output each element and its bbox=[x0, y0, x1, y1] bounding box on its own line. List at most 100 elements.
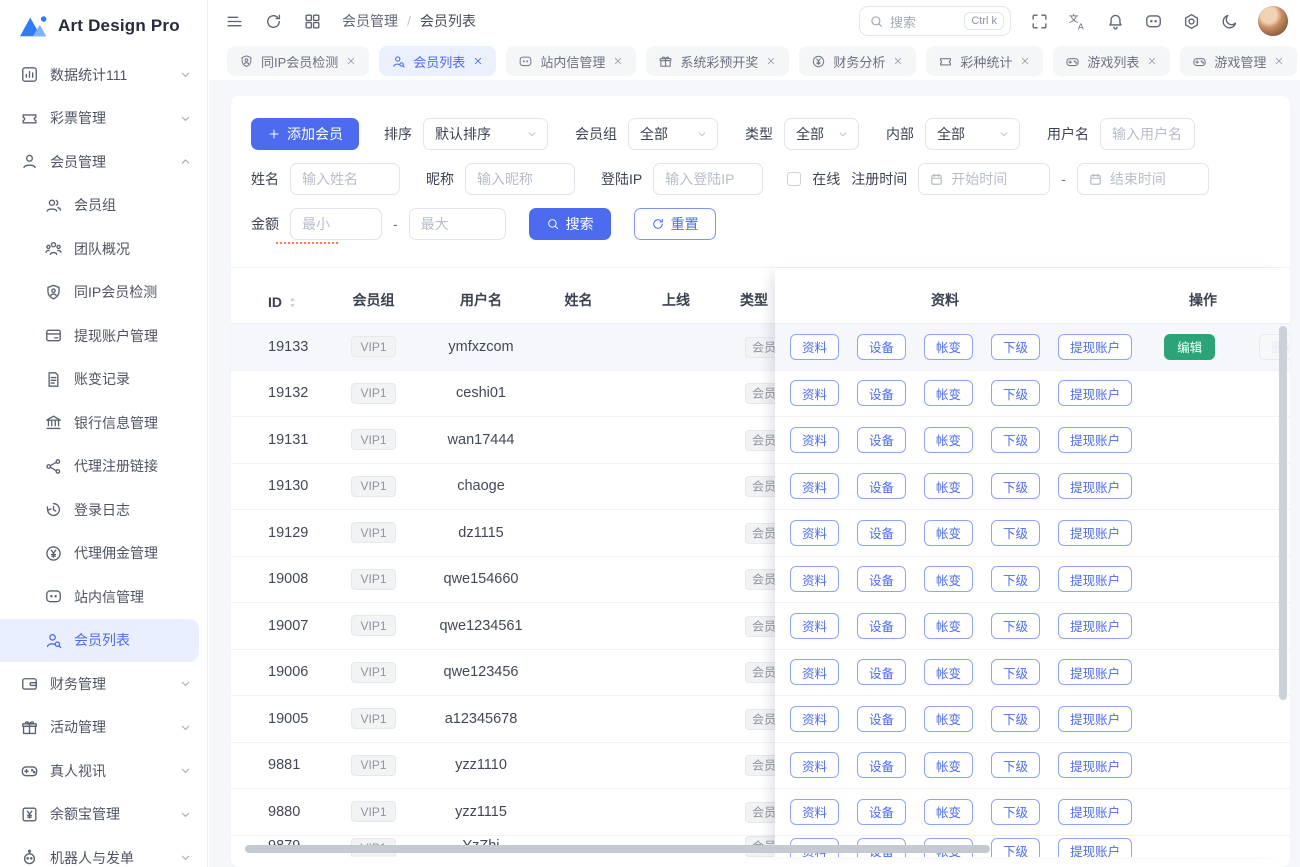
row-button-下级[interactable]: 下级 bbox=[991, 706, 1040, 732]
row-button-资料[interactable]: 资料 bbox=[790, 706, 839, 732]
close-icon[interactable] bbox=[612, 55, 624, 67]
sidebar-item[interactable]: 登录日志 bbox=[0, 488, 207, 532]
row-button-下级[interactable]: 下级 bbox=[991, 613, 1040, 639]
close-icon[interactable] bbox=[765, 55, 777, 67]
sidebar-item[interactable]: 会员管理 bbox=[0, 140, 207, 184]
close-icon[interactable] bbox=[345, 55, 357, 67]
row-button-提现账户[interactable]: 提现账户 bbox=[1058, 799, 1132, 825]
horizontal-scrollbar[interactable] bbox=[245, 845, 990, 853]
tab-会员列表[interactable]: 会员列表 bbox=[379, 46, 496, 76]
row-button-帐变[interactable]: 帐变 bbox=[924, 566, 973, 592]
row-button-设备[interactable]: 设备 bbox=[857, 799, 906, 825]
row-button-设备[interactable]: 设备 bbox=[857, 380, 906, 406]
row-button-资料[interactable]: 资料 bbox=[790, 613, 839, 639]
translate-icon[interactable]: 文A bbox=[1068, 12, 1087, 31]
row-button-提现账户[interactable]: 提现账户 bbox=[1058, 752, 1132, 778]
login-ip-input[interactable] bbox=[653, 163, 763, 195]
row-button-下级[interactable]: 下级 bbox=[991, 473, 1040, 499]
row-button-提现账户[interactable]: 提现账户 bbox=[1058, 334, 1132, 360]
tab-系统彩预开奖[interactable]: 系统彩预开奖 bbox=[646, 46, 789, 76]
tab-财务分析[interactable]: 财务分析 bbox=[799, 46, 916, 76]
amount-max-input[interactable] bbox=[409, 208, 506, 240]
menu-collapse-icon[interactable] bbox=[225, 12, 244, 31]
sidebar-item[interactable]: 代理佣金管理 bbox=[0, 532, 207, 576]
tab-游戏列表[interactable]: 游戏列表 bbox=[1053, 46, 1170, 76]
global-search-input[interactable]: 搜索 Ctrl k bbox=[859, 6, 1011, 36]
row-button-帐变[interactable]: 帐变 bbox=[924, 752, 973, 778]
row-button-设备[interactable]: 设备 bbox=[857, 752, 906, 778]
row-button-资料[interactable]: 资料 bbox=[790, 334, 839, 360]
tab-彩种统计[interactable]: 彩种统计 bbox=[926, 46, 1043, 76]
row-button-提现账户[interactable]: 提现账户 bbox=[1058, 838, 1132, 857]
refresh-icon[interactable] bbox=[264, 12, 283, 31]
sidebar-item[interactable]: 团队概况 bbox=[0, 227, 207, 271]
column-header-id[interactable]: ID bbox=[231, 294, 316, 310]
row-button-资料[interactable]: 资料 bbox=[790, 427, 839, 453]
row-button-设备[interactable]: 设备 bbox=[857, 659, 906, 685]
brand[interactable]: Art Design Pro bbox=[0, 0, 207, 47]
row-button-资料[interactable]: 资料 bbox=[790, 520, 839, 546]
sort-select[interactable]: 默认排序 bbox=[423, 118, 548, 150]
close-icon[interactable] bbox=[1146, 55, 1158, 67]
row-button-帐变[interactable]: 帐变 bbox=[924, 473, 973, 499]
row-button-下级[interactable]: 下级 bbox=[991, 799, 1040, 825]
sidebar-item[interactable]: 机器人与发单 bbox=[0, 836, 207, 867]
row-button-下级[interactable]: 下级 bbox=[991, 752, 1040, 778]
tab-站内信管理[interactable]: 站内信管理 bbox=[506, 46, 636, 76]
row-button-提现账户[interactable]: 提现账户 bbox=[1058, 427, 1132, 453]
fullscreen-icon[interactable] bbox=[1030, 12, 1049, 31]
row-button-资料[interactable]: 资料 bbox=[790, 659, 839, 685]
search-button[interactable]: 搜索 bbox=[529, 208, 611, 240]
add-member-button[interactable]: 添加会员 bbox=[251, 118, 359, 150]
start-date-input[interactable]: 开始时间 bbox=[918, 163, 1050, 195]
close-icon[interactable] bbox=[892, 55, 904, 67]
row-button-设备[interactable]: 设备 bbox=[857, 520, 906, 546]
row-button-下级[interactable]: 下级 bbox=[991, 427, 1040, 453]
row-button-下级[interactable]: 下级 bbox=[991, 380, 1040, 406]
reset-button[interactable]: 重置 bbox=[634, 208, 716, 240]
close-icon[interactable] bbox=[472, 55, 484, 67]
row-button-设备[interactable]: 设备 bbox=[857, 427, 906, 453]
row-button-帐变[interactable]: 帐变 bbox=[924, 334, 973, 360]
row-button-下级[interactable]: 下级 bbox=[991, 838, 1040, 857]
tab-游戏管理[interactable]: 游戏管理 bbox=[1180, 46, 1297, 76]
row-button-帐变[interactable]: 帐变 bbox=[924, 799, 973, 825]
row-button-帐变[interactable]: 帐变 bbox=[924, 380, 973, 406]
row-button-提现账户[interactable]: 提现账户 bbox=[1058, 380, 1132, 406]
sidebar-item[interactable]: 会员组 bbox=[0, 184, 207, 228]
edit-button[interactable]: 编辑 bbox=[1164, 334, 1215, 360]
row-button-下级[interactable]: 下级 bbox=[991, 659, 1040, 685]
apps-grid-icon[interactable] bbox=[303, 12, 322, 31]
sidebar-item[interactable]: 同IP会员检测 bbox=[0, 271, 207, 315]
internal-select[interactable]: 全部 bbox=[925, 118, 1020, 150]
breadcrumb-parent[interactable]: 会员管理 bbox=[342, 11, 398, 31]
online-checkbox[interactable] bbox=[787, 172, 801, 186]
row-button-资料[interactable]: 资料 bbox=[790, 799, 839, 825]
close-icon[interactable] bbox=[1019, 55, 1031, 67]
row-button-设备[interactable]: 设备 bbox=[857, 566, 906, 592]
name-input[interactable] bbox=[290, 163, 400, 195]
row-button-提现账户[interactable]: 提现账户 bbox=[1058, 659, 1132, 685]
row-button-提现账户[interactable]: 提现账户 bbox=[1058, 473, 1132, 499]
row-button-帐变[interactable]: 帐变 bbox=[924, 659, 973, 685]
end-date-input[interactable]: 结束时间 bbox=[1077, 163, 1209, 195]
row-button-提现账户[interactable]: 提现账户 bbox=[1058, 706, 1132, 732]
row-button-帐变[interactable]: 帐变 bbox=[924, 520, 973, 546]
sidebar-item[interactable]: 活动管理 bbox=[0, 706, 207, 750]
group-select[interactable]: 全部 bbox=[628, 118, 718, 150]
amount-min-input[interactable] bbox=[290, 208, 382, 240]
sidebar-item[interactable]: 银行信息管理 bbox=[0, 401, 207, 445]
vertical-scrollbar[interactable] bbox=[1279, 326, 1287, 700]
row-button-设备[interactable]: 设备 bbox=[857, 334, 906, 360]
tab-同IP会员检测[interactable]: 同IP会员检测 bbox=[227, 46, 369, 76]
dark-mode-moon-icon[interactable] bbox=[1220, 12, 1239, 31]
row-button-资料[interactable]: 资料 bbox=[790, 752, 839, 778]
row-button-下级[interactable]: 下级 bbox=[991, 566, 1040, 592]
sidebar-item[interactable]: 彩票管理 bbox=[0, 97, 207, 141]
row-button-下级[interactable]: 下级 bbox=[991, 520, 1040, 546]
row-button-设备[interactable]: 设备 bbox=[857, 473, 906, 499]
row-button-资料[interactable]: 资料 bbox=[790, 380, 839, 406]
sidebar-item[interactable]: 余额宝管理 bbox=[0, 793, 207, 837]
row-button-下级[interactable]: 下级 bbox=[991, 334, 1040, 360]
row-button-提现账户[interactable]: 提现账户 bbox=[1058, 566, 1132, 592]
